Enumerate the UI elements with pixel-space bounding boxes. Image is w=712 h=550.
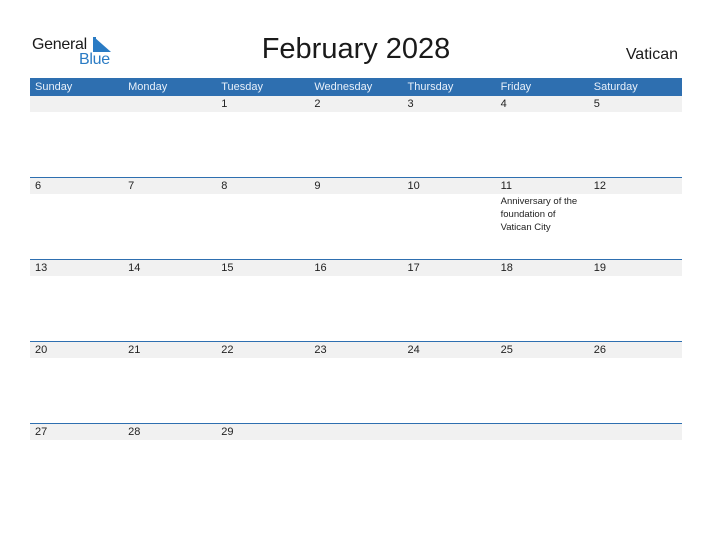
day-number: 20 [35, 344, 48, 356]
day-number: 4 [500, 98, 507, 110]
day-number: 12 [593, 180, 606, 192]
day-event [589, 194, 682, 234]
day-number: 18 [500, 262, 513, 274]
page-title: February 2028 [261, 33, 451, 65]
day-event [309, 276, 402, 277]
day-number [309, 424, 402, 440]
day-event [216, 440, 309, 441]
day-number-bar: 1 2 3 4 5 [30, 96, 682, 112]
day-number: 5 [593, 98, 600, 110]
day-number: 2 [314, 98, 321, 110]
day-event [216, 358, 309, 359]
events-row: Anniversary of the foundation of Vatican… [30, 194, 682, 234]
weekday-thursday: Thursday [407, 81, 454, 93]
day-event [123, 194, 216, 234]
day-number: 29 [221, 426, 234, 438]
day-number: 15 [221, 262, 234, 274]
day-event [309, 358, 402, 359]
day-number: 14 [128, 262, 141, 274]
week-row: 27 28 29 [30, 423, 682, 505]
day-number: 9 [314, 180, 321, 192]
day-number-bar: 13 14 15 16 17 18 19 [30, 260, 682, 276]
day-number: 16 [314, 262, 327, 274]
day-event [216, 194, 309, 234]
day-number: 25 [500, 344, 513, 356]
day-event [216, 112, 309, 113]
day-event [123, 440, 216, 441]
weekday-friday: Friday [500, 81, 532, 93]
day-event: Anniversary of the foundation of Vatican… [500, 196, 578, 233]
day-event [30, 440, 123, 441]
day-number [496, 424, 589, 440]
day-number: 27 [35, 426, 48, 438]
day-event [309, 112, 402, 113]
day-number-bar: 27 28 29 [30, 424, 682, 440]
day-number: 7 [128, 180, 135, 192]
events-row [30, 358, 682, 359]
day-event [123, 112, 216, 113]
day-number: 10 [407, 180, 420, 192]
day-number [123, 96, 216, 112]
day-event [403, 194, 496, 234]
events-row [30, 276, 682, 277]
day-event [30, 112, 123, 113]
day-number: 22 [221, 344, 234, 356]
day-event [589, 358, 682, 359]
day-number: 1 [221, 98, 228, 110]
day-number: 24 [407, 344, 420, 356]
weekday-monday: Monday [128, 81, 168, 93]
day-event [403, 112, 496, 113]
day-event [403, 358, 496, 359]
day-event [589, 112, 682, 113]
day-event [589, 440, 682, 441]
day-event [403, 276, 496, 277]
day-number: 8 [221, 180, 228, 192]
country-label: Vatican [625, 46, 678, 63]
day-event [30, 276, 123, 277]
day-number [30, 96, 123, 112]
day-event [123, 276, 216, 277]
day-number: 26 [593, 344, 606, 356]
day-number: 28 [128, 426, 141, 438]
week-row: 6 7 8 9 10 11 12 Anniversary of the foundation … [30, 177, 682, 259]
day-event [123, 358, 216, 359]
day-event [403, 440, 496, 441]
day-number: 23 [314, 344, 327, 356]
day-number: 21 [128, 344, 141, 356]
day-number-bar: 20 21 22 23 24 25 26 [30, 342, 682, 358]
day-number: 19 [593, 262, 606, 274]
day-event [30, 358, 123, 359]
day-number: 13 [35, 262, 48, 274]
weekday-sunday: Sunday [35, 81, 73, 93]
day-event [309, 194, 402, 234]
week-row: 1 2 3 4 5 [30, 96, 682, 177]
day-event [496, 440, 589, 441]
day-event [496, 276, 589, 277]
day-number [403, 424, 496, 440]
calendar-grid: Sunday Monday Tuesday Wednesday Thursday… [30, 78, 682, 505]
week-row: 13 14 15 16 17 18 19 [30, 259, 682, 341]
day-number: 6 [35, 180, 42, 192]
weekday-wednesday: Wednesday [314, 81, 373, 93]
day-number: 3 [407, 98, 414, 110]
events-row [30, 440, 682, 441]
day-event [496, 112, 589, 113]
day-number-bar: 6 7 8 9 10 11 12 [30, 178, 682, 194]
day-number [589, 424, 682, 440]
weekday-saturday: Saturday [593, 81, 638, 93]
weeks-container: 1 2 3 4 5 6 7 8 9 10 11 12 Anniversary of the founda… [30, 96, 682, 505]
day-number: 17 [407, 262, 420, 274]
weekday-header: Sunday Monday Tuesday Wednesday Thursday… [30, 78, 682, 96]
events-row [30, 112, 682, 113]
day-event [30, 194, 123, 234]
day-event [216, 276, 309, 277]
day-event [309, 440, 402, 441]
day-event [496, 358, 589, 359]
weekday-tuesday: Tuesday [221, 81, 264, 93]
day-event [589, 276, 682, 277]
week-row: 20 21 22 23 24 25 26 [30, 341, 682, 423]
day-number: 11 [500, 180, 513, 192]
